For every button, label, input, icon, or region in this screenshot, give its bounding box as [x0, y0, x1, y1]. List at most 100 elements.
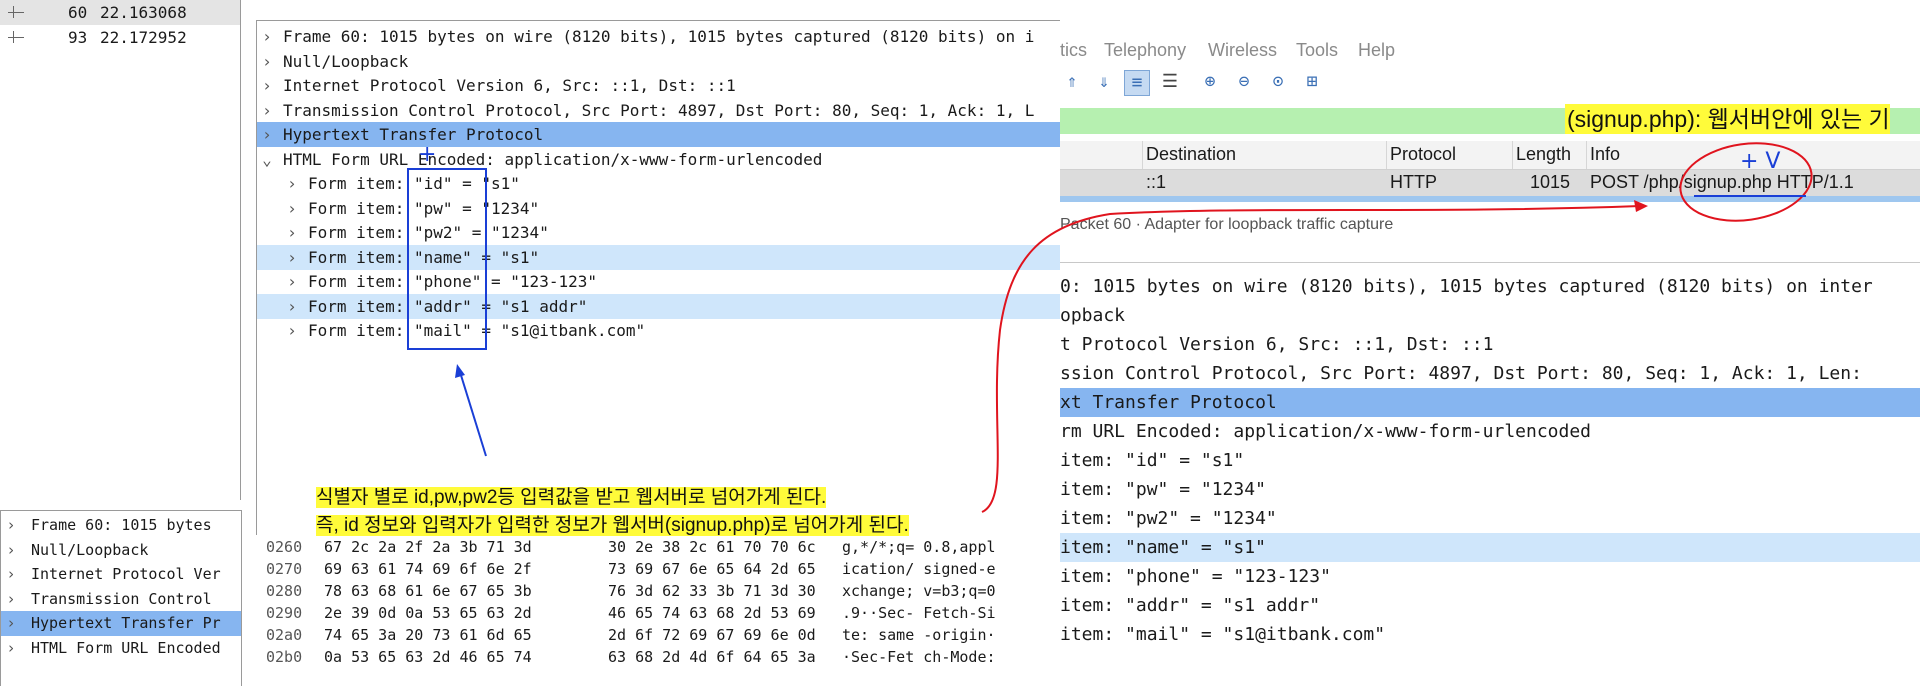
tree-item-row[interactable]: › Frame 60: 1015 bytes on wire (8120 bits…	[257, 24, 1060, 49]
menu-statistics[interactable]: tics	[1060, 40, 1087, 61]
tree-item-label: Form item: "mail" = "s1@itbank.com"	[308, 321, 646, 340]
chevron-right-icon[interactable]: ›	[286, 220, 298, 245]
tree-item-row[interactable]: › Internet Protocol Ver	[1, 562, 241, 587]
packet-protocol: HTTP	[1390, 172, 1437, 192]
tree-tick-icon	[13, 31, 14, 43]
column-info[interactable]: Info	[1590, 144, 1620, 165]
autoscroll-icon[interactable]: ≡	[1124, 70, 1150, 96]
chevron-right-icon[interactable]: ›	[261, 122, 273, 147]
zoom-normal-icon[interactable]: ⊙	[1266, 70, 1290, 94]
tree-item-row[interactable]: item: "mail" = "s1@itbank.com"	[1060, 620, 1920, 649]
packet-row[interactable]: 93 22.172952	[0, 25, 240, 50]
tree-item-label: Transmission Control	[31, 589, 212, 608]
tree-item-row[interactable]: t Protocol Version 6, Src: ::1, Dst: ::1	[1060, 330, 1920, 359]
chevron-right-icon[interactable]: ›	[5, 587, 17, 612]
chevron-down-icon[interactable]: ⌄	[261, 147, 273, 172]
tree-item-row[interactable]: item: "addr" = "s1 addr"	[1060, 591, 1920, 620]
tree-item-row[interactable]: › Transmission Control Protocol, Src Port…	[257, 98, 1060, 123]
go-down-icon[interactable]: ⇓	[1092, 70, 1116, 94]
hex-row[interactable]: 02a0 74 65 3a 20 73 61 6d 65 2d 6f 72 69 6…	[256, 624, 1060, 646]
tree-item-row[interactable]: › HTML Form URL Encoded	[1, 636, 241, 661]
tree-item-row[interactable]: › Hypertext Transfer Protocol	[257, 122, 1060, 147]
chevron-right-icon[interactable]: ›	[286, 196, 298, 221]
chevron-right-icon[interactable]: ›	[286, 269, 298, 294]
hex-row[interactable]: 0290 2e 39 0d 0a 53 65 63 2d 46 65 74 63 6…	[256, 602, 1060, 624]
tree-item-row[interactable]: xt Transfer Protocol	[1060, 388, 1920, 417]
chevron-right-icon[interactable]: ›	[5, 513, 17, 538]
chevron-right-icon[interactable]: ›	[5, 611, 17, 636]
tree-item-row[interactable]: ⌄ HTML Form URL Encoded: application/x-ww…	[257, 147, 1060, 172]
form-item-row[interactable]: › Form item: "mail" = "s1@itbank.com"	[257, 318, 1060, 343]
chevron-right-icon[interactable]: ›	[286, 171, 298, 196]
form-item-row[interactable]: › Form item: "pw" = "1234"	[257, 196, 1060, 221]
menu-help[interactable]: Help	[1358, 40, 1395, 61]
packet-row[interactable]: ::1 HTTP 1015 POST /php/signup.php HTTP/…	[1060, 170, 1920, 196]
column-separator	[1386, 141, 1387, 169]
column-protocol[interactable]: Protocol	[1390, 144, 1456, 165]
chevron-right-icon[interactable]: ›	[286, 318, 298, 343]
tree-item-row[interactable]: › Frame 60: 1015 bytes	[1, 513, 241, 538]
resize-columns-icon[interactable]: ⊞	[1300, 70, 1324, 94]
tree-item-row[interactable]: 0: 1015 bytes on wire (8120 bits), 1015 …	[1060, 272, 1920, 301]
form-item-row[interactable]: › Form item: "pw2" = "1234"	[257, 220, 1060, 245]
chevron-right-icon[interactable]: ›	[261, 73, 273, 98]
hex-bytes-low: 0a 53 65 63 2d 46 65 74	[324, 648, 532, 666]
tree-item-label: Transmission Control Protocol, Src Port:…	[283, 100, 1035, 120]
menu-tools[interactable]: Tools	[1296, 40, 1338, 61]
chevron-right-icon[interactable]: ›	[261, 24, 273, 49]
chevron-right-icon[interactable]: ›	[5, 538, 17, 563]
form-item-row[interactable]: › Form item: "phone" = "123-123"	[257, 269, 1060, 294]
hex-row[interactable]: 02b0 0a 53 65 63 2d 46 65 74 63 68 2d 4d 6…	[256, 646, 1060, 668]
main-toolbar: ⇑ ⇓ ≡ ☰ ⊕ ⊖ ⊙ ⊞	[1060, 70, 1920, 102]
pane-divider[interactable]	[1060, 262, 1920, 263]
tree-item-row[interactable]: item: "phone" = "123-123"	[1060, 562, 1920, 591]
zoom-in-icon[interactable]: ⊕	[1198, 70, 1222, 94]
tree-item-label: Null/Loopback	[31, 540, 149, 559]
packet-time: 22.163068	[100, 3, 187, 22]
hex-bytes-high: 46 65 74 63 68 2d 53 69	[608, 604, 816, 622]
hex-row[interactable]: 0270 69 63 61 74 69 6f 6e 2f 73 69 67 6e 6…	[256, 558, 1060, 580]
menu-wireless[interactable]: Wireless	[1208, 40, 1277, 61]
menu-telephony[interactable]: Telephony	[1104, 40, 1186, 61]
tree-item-row[interactable]: opback	[1060, 301, 1920, 330]
column-destination[interactable]: Destination	[1146, 144, 1236, 165]
form-item-row[interactable]: › Form item: "name" = "s1"	[257, 244, 1060, 270]
form-item-row[interactable]: › Form item: "addr" = "s1 addr"	[257, 293, 1060, 319]
hex-ascii: te: same -origin·	[842, 626, 996, 644]
hex-row[interactable]: 0280 78 63 68 61 6e 67 65 3b 76 3d 62 33 3…	[256, 580, 1060, 602]
packet-row[interactable]: 60 22.163068	[0, 0, 240, 25]
tree-item-row[interactable]: item: "pw" = "1234"	[1060, 475, 1920, 504]
tree-item-label: 0: 1015 bytes on wire (8120 bits), 1015 …	[1060, 276, 1873, 297]
column-separator	[1586, 141, 1587, 169]
hex-offset: 0270	[266, 560, 303, 578]
tree-item-row[interactable]: rm URL Encoded: application/x-www-form-u…	[1060, 417, 1920, 446]
tree-item-row[interactable]: item: "id" = "s1"	[1060, 446, 1920, 475]
go-up-icon[interactable]: ⇑	[1060, 70, 1084, 94]
packet-row-next[interactable]	[1060, 196, 1920, 202]
packet-details-mini-pane: › Frame 60: 1015 bytes › Null/Loopback › Inte…	[0, 510, 242, 686]
tree-item-label: Form item: "pw" = "1234"	[308, 198, 540, 218]
status-text: Packet 60 · Adapter for loopback traffic…	[1060, 216, 1394, 233]
tree-item-row[interactable]: › Transmission Control	[1, 587, 241, 612]
chevron-right-icon[interactable]: ›	[261, 49, 273, 74]
tree-item-label: Form item: "name" = "s1"	[308, 247, 540, 267]
tree-item-row[interactable]: ssion Control Protocol, Src Port: 4897, …	[1060, 359, 1920, 388]
chevron-right-icon[interactable]: ›	[5, 562, 17, 587]
chevron-right-icon[interactable]: ›	[286, 294, 298, 319]
tree-item-row[interactable]: › Hypertext Transfer Pr	[1, 611, 241, 636]
column-length[interactable]: Length	[1516, 144, 1571, 165]
hex-bytes-high: 2d 6f 72 69 67 69 6e 0d	[608, 626, 816, 644]
form-item-row[interactable]: › Form item: "id" = "s1"	[257, 171, 1060, 196]
tree-item-row[interactable]: › Null/Loopback	[1, 538, 241, 563]
chevron-right-icon[interactable]: ›	[5, 636, 17, 661]
chevron-right-icon[interactable]: ›	[261, 98, 273, 123]
packet-details-pane-right: 0: 1015 bytes on wire (8120 bits), 1015 …	[1060, 268, 1920, 686]
hex-bytes-high: 73 69 67 6e 65 64 2d 65	[608, 560, 816, 578]
tree-item-row[interactable]: › Null/Loopback	[257, 49, 1060, 74]
zoom-out-icon[interactable]: ⊖	[1232, 70, 1256, 94]
colorize-icon[interactable]: ☰	[1158, 70, 1182, 94]
tree-item-row[interactable]: item: "name" = "s1"	[1060, 533, 1920, 562]
chevron-right-icon[interactable]: ›	[286, 245, 298, 270]
tree-item-row[interactable]: › Internet Protocol Version 6, Src: ::1, …	[257, 73, 1060, 98]
tree-item-row[interactable]: item: "pw2" = "1234"	[1060, 504, 1920, 533]
